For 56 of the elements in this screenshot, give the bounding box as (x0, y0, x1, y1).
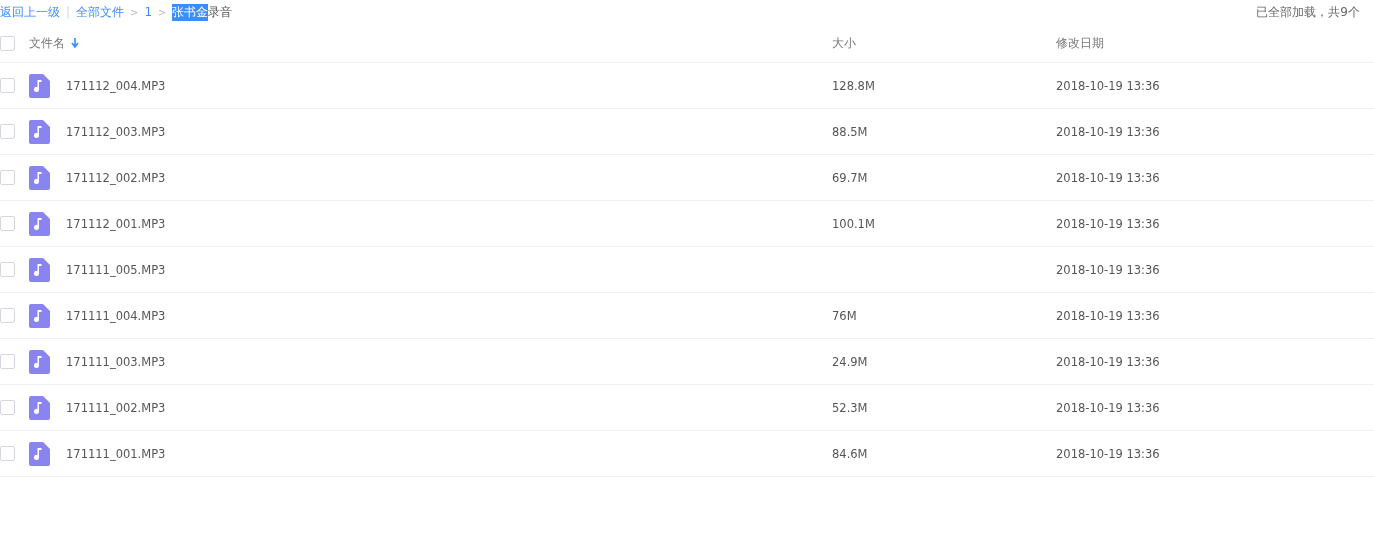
checkbox[interactable] (0, 35, 15, 51)
file-name[interactable]: 171111_004.MP3 (66, 308, 832, 323)
file-name[interactable]: 171112_003.MP3 (66, 124, 832, 139)
file-size: 84.6M (832, 446, 869, 461)
file-name[interactable]: 171111_003.MP3 (66, 354, 832, 369)
file-name[interactable]: 171112_001.MP3 (66, 216, 832, 231)
checkbox[interactable] (0, 354, 15, 369)
music-file-icon (29, 441, 50, 466)
column-header[interactable]: 修改日期 (1056, 34, 1374, 52)
file-name[interactable]: 171111_001.MP3 (66, 446, 832, 461)
file-name[interactable]: 171112_002.MP3 (66, 170, 832, 185)
file-size: 24.9M (832, 354, 869, 369)
file-size: 52.3M (832, 400, 869, 415)
checkbox[interactable] (0, 446, 15, 461)
music-file-icon (29, 211, 50, 236)
checkbox[interactable] (0, 170, 15, 185)
load-status: 已全部加载，共9个 (1256, 3, 1360, 21)
music-file-icon (29, 119, 50, 144)
file-name[interactable]: 171111_002.MP3 (66, 400, 832, 415)
modified-date: 2018-10-19 13:36 (1056, 124, 1161, 139)
breadcrumb-separator: > (158, 6, 167, 18)
column-header[interactable]: 大小 (832, 34, 1056, 52)
column-header[interactable]: 文件名 (29, 34, 65, 52)
music-file-icon (29, 73, 50, 98)
modified-date: 2018-10-19 13:36 (1056, 78, 1161, 93)
checkbox[interactable] (0, 308, 15, 323)
music-file-icon (29, 257, 50, 282)
modified-date: 2018-10-19 13:36 (1056, 216, 1161, 231)
file-size: 76M (832, 308, 858, 323)
modified-date: 2018-10-19 13:36 (1056, 170, 1161, 185)
checkbox[interactable] (0, 216, 15, 231)
file-size: 128.8M (832, 78, 876, 93)
breadcrumb-link[interactable]: 全部文件 (76, 3, 125, 21)
back-link[interactable]: 返回上一级 (0, 3, 60, 21)
checkbox[interactable] (0, 78, 15, 93)
music-file-icon (29, 165, 50, 190)
breadcrumb-separator: > (130, 6, 139, 18)
checkbox[interactable] (0, 124, 15, 139)
checkbox[interactable] (0, 400, 15, 415)
modified-date: 2018-10-19 13:36 (1056, 262, 1161, 277)
current-folder: 录音 (208, 3, 233, 21)
modified-date: 2018-10-19 13:36 (1056, 400, 1161, 415)
file-name[interactable]: 171112_004.MP3 (66, 78, 832, 93)
modified-date: 2018-10-19 13:36 (1056, 446, 1161, 461)
modified-date: 2018-10-19 13:36 (1056, 308, 1161, 323)
file-name[interactable]: 171111_005.MP3 (66, 262, 832, 277)
music-file-icon (29, 349, 50, 374)
sort-arrow-icon[interactable] (71, 38, 79, 48)
music-file-icon (29, 303, 50, 328)
file-size: 69.7M (832, 170, 869, 185)
checkbox[interactable] (0, 262, 15, 277)
music-file-icon (29, 395, 50, 420)
file-size: 100.1M (832, 216, 876, 231)
modified-date: 2018-10-19 13:36 (1056, 354, 1161, 369)
file-size: 88.5M (832, 124, 869, 139)
divider: | (66, 5, 71, 19)
